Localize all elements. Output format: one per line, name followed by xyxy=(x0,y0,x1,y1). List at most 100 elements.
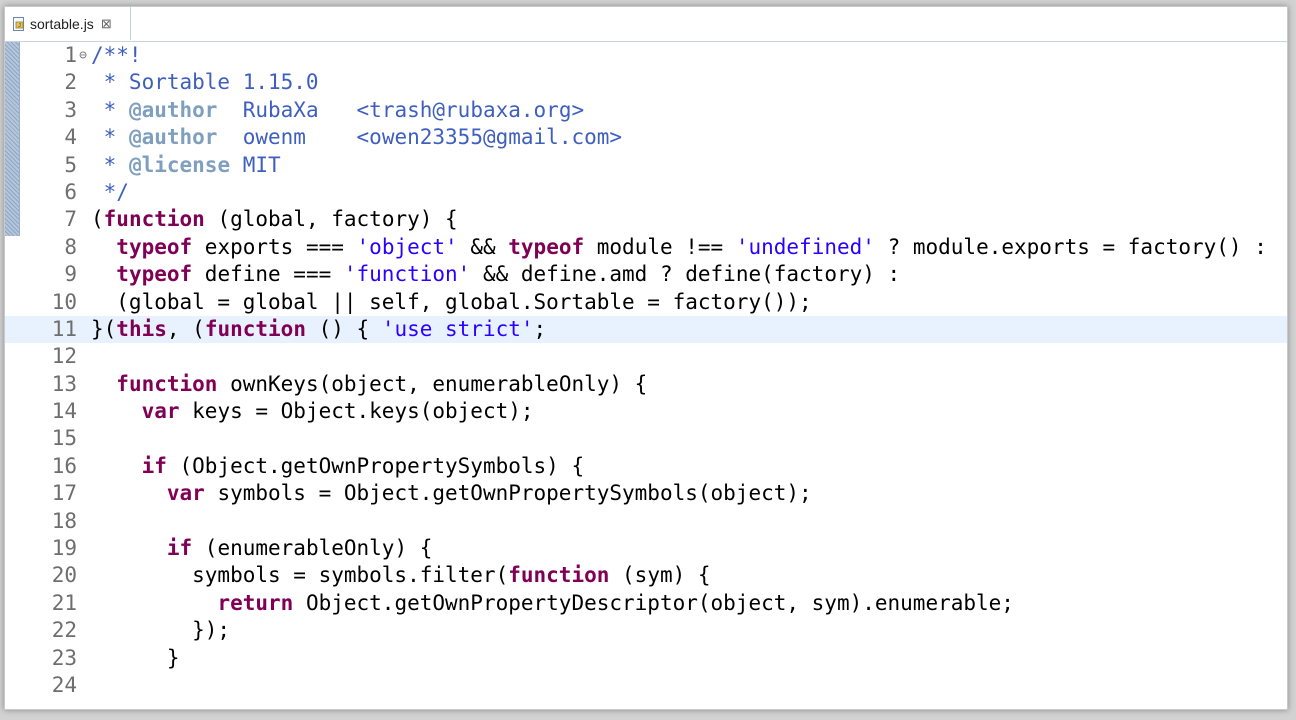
line-code: function ownKeys(object, enumerableOnly)… xyxy=(91,371,647,398)
code-token: exports === xyxy=(192,234,357,259)
code-token: && define.amd ? define(factory) : xyxy=(470,262,901,287)
editor-window: J sortable.js ⊠ 1 ⊖/**! 2 * Sortable 1.15.… xyxy=(4,6,1288,710)
code-token: ( xyxy=(91,207,104,232)
code-token: (Object.getOwnPropertySymbols) { xyxy=(166,453,585,478)
line-code: * @author RubaXa <trash@rubaxa.org> xyxy=(91,97,584,124)
line-code: if (Object.getOwnPropertySymbols) { xyxy=(91,453,585,480)
editor-tab-bar: J sortable.js ⊠ xyxy=(5,7,1287,42)
code-token: return xyxy=(217,590,294,615)
line-number: 16 xyxy=(51,453,77,478)
code-token: * xyxy=(91,152,129,177)
code-token: symbols = Object.getOwnPropertySymbols(o… xyxy=(204,481,812,506)
code-line[interactable]: 20 symbols = symbols.filter(function (sy… xyxy=(5,562,1287,589)
line-number: 8 xyxy=(64,234,77,259)
code-line[interactable]: 22 }); xyxy=(5,617,1287,644)
code-token: , ( xyxy=(166,316,205,341)
code-line[interactable]: 14 var keys = Object.keys(object); xyxy=(5,398,1287,425)
code-line[interactable]: 18 xyxy=(5,508,1287,535)
code-line[interactable]: 10 (global = global || self, global.Sort… xyxy=(5,289,1287,316)
fold-toggle-icon[interactable]: ⊖ xyxy=(77,42,89,69)
code-line[interactable]: 23 } xyxy=(5,645,1287,672)
line-number: 22 xyxy=(51,618,77,643)
code-line[interactable]: 3 * @author RubaXa <trash@rubaxa.org> xyxy=(5,97,1287,124)
line-number: 18 xyxy=(51,508,77,533)
code-token: typeof xyxy=(116,262,193,287)
code-token: @author xyxy=(128,125,218,150)
code-line[interactable]: 24 xyxy=(5,672,1287,699)
code-token: (enumerableOnly) { xyxy=(192,536,433,561)
line-number: 10 xyxy=(51,289,77,314)
code-token: }( xyxy=(91,316,117,341)
code-line[interactable]: 8 typeof exports === 'object' && typeof … xyxy=(5,234,1287,261)
code-line[interactable]: 9 typeof define === 'function' && define… xyxy=(5,261,1287,288)
code-token: Object.getOwnPropertyDescriptor(object, … xyxy=(293,590,1014,615)
line-number: 12 xyxy=(51,344,77,369)
code-token: this xyxy=(116,316,167,341)
line-number: 20 xyxy=(51,563,77,588)
code-token: } xyxy=(91,645,180,670)
line-number: 14 xyxy=(51,399,77,424)
line-code: if (enumerableOnly) { xyxy=(91,535,433,562)
code-line[interactable]: 11}(this, (function () { 'use strict'; xyxy=(5,315,1287,344)
code-line[interactable]: 17 var symbols = Object.getOwnPropertySy… xyxy=(5,480,1287,507)
code-token: (global, factory) { xyxy=(204,207,458,232)
code-token: var xyxy=(166,481,205,506)
code-token: * xyxy=(91,125,129,150)
code-line[interactable]: 1 ⊖/**! xyxy=(5,42,1287,69)
code-editor[interactable]: 1 ⊖/**! 2 * Sortable 1.15.0 3 * @author Rub… xyxy=(5,42,1287,709)
code-token: * Sortable 1.15.0 xyxy=(91,70,319,95)
code-token: ? module.exports = factory() : xyxy=(874,234,1267,259)
code-token: 'undefined' xyxy=(735,234,875,259)
code-token: function xyxy=(103,207,205,232)
line-number: 6 xyxy=(64,179,77,204)
code-token: /**! xyxy=(91,43,142,67)
code-token: function xyxy=(204,316,306,341)
line-code: (global = global || self, global.Sortabl… xyxy=(91,289,811,316)
code-line[interactable]: 12 xyxy=(5,343,1287,370)
code-token: && xyxy=(457,234,509,259)
line-code: (function (global, factory) { xyxy=(91,206,458,233)
line-number: 21 xyxy=(51,590,77,615)
tab-sortable-js[interactable]: J sortable.js ⊠ xyxy=(5,7,131,40)
line-number: 11 xyxy=(51,316,77,341)
line-number: 7 xyxy=(64,207,77,232)
code-line[interactable]: 4 * @author owenm <owen23355@gmail.com> xyxy=(5,124,1287,151)
code-line[interactable]: 2 * Sortable 1.15.0 xyxy=(5,69,1287,96)
code-token: @author xyxy=(128,97,218,122)
code-line[interactable]: 21 return Object.getOwnPropertyDescripto… xyxy=(5,590,1287,617)
line-code: /**! xyxy=(91,42,142,69)
code-token: @license xyxy=(128,152,231,177)
line-number: 5 xyxy=(64,152,77,177)
js-file-icon: J xyxy=(13,16,24,31)
code-line[interactable]: 15 xyxy=(5,425,1287,452)
code-token: function xyxy=(116,371,218,396)
tab-label: sortable.js xyxy=(30,15,94,32)
code-token: */ xyxy=(91,179,129,204)
code-line[interactable]: 19 if (enumerableOnly) { xyxy=(5,535,1287,562)
code-line[interactable]: 5 * @license MIT xyxy=(5,152,1287,179)
code-token: typeof xyxy=(508,234,585,259)
code-token: if xyxy=(141,453,167,478)
line-code: }); xyxy=(91,617,230,644)
code-token: keys = Object.keys(object); xyxy=(179,399,534,424)
code-line[interactable]: 7 (function (global, factory) { xyxy=(5,206,1287,233)
code-line[interactable]: 13 function ownKeys(object, enumerableOn… xyxy=(5,371,1287,398)
code-token: * xyxy=(91,97,129,122)
line-number: 9 xyxy=(64,262,77,287)
code-line[interactable]: 6 */ xyxy=(5,179,1287,206)
line-number: 23 xyxy=(51,645,77,670)
line-number: 17 xyxy=(51,481,77,506)
line-number: 24 xyxy=(51,672,77,697)
code-token: MIT xyxy=(230,152,281,177)
code-line[interactable]: 16 if (Object.getOwnPropertySymbols) { xyxy=(5,453,1287,480)
line-code: var keys = Object.keys(object); xyxy=(91,398,534,425)
code-lines: 1 ⊖/**! 2 * Sortable 1.15.0 3 * @author Rub… xyxy=(5,42,1287,699)
line-code: * @author owenm <owen23355@gmail.com> xyxy=(91,124,622,151)
close-icon[interactable]: ⊠ xyxy=(101,16,112,32)
code-token: owenm <owen23355@gmail.com> xyxy=(217,125,623,150)
